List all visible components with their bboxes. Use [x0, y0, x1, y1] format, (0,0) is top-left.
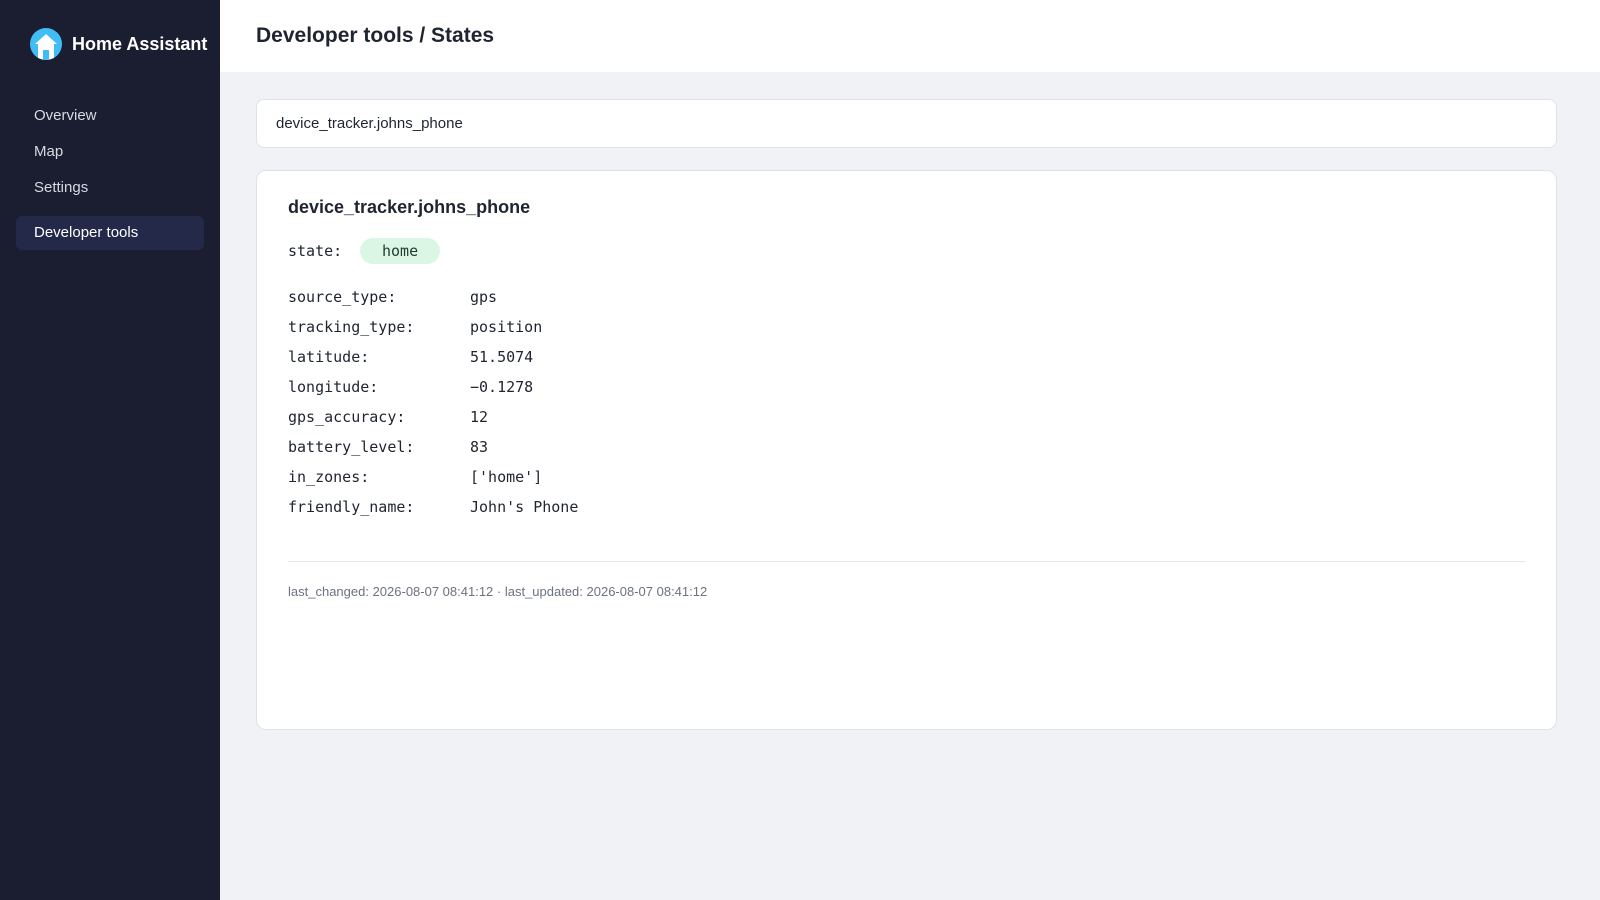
app-root: Home Assistant Overview Map Settings Dev…	[0, 0, 1600, 900]
attribute-value: gps	[470, 288, 498, 306]
entity-id-heading: device_tracker.johns_phone	[288, 197, 531, 217]
divider	[288, 561, 1525, 562]
sidebar-item-overview[interactable]: Overview	[16, 98, 204, 134]
attribute-value: John's Phone	[470, 498, 579, 516]
timestamps-text: last_changed: 2026-08-07 08:41:12 · last…	[288, 584, 708, 599]
sidebar-item-settings[interactable]: Settings	[16, 170, 204, 206]
brand-name: Home Assistant	[72, 33, 208, 54]
attribute-value: position	[470, 318, 543, 336]
attribute-key: longitude:	[288, 378, 379, 396]
attribute-row: longitude: −0.1278	[288, 372, 1525, 402]
entity-state-card: device_tracker.johns_phone state: home s…	[256, 170, 1557, 730]
state-badge: home	[360, 238, 441, 264]
attribute-value: 83	[470, 438, 489, 456]
attribute-row: gps_accuracy: 12	[288, 402, 1525, 432]
attribute-row: latitude: 51.5074	[288, 342, 1525, 372]
attribute-key: battery_level:	[288, 438, 415, 456]
attribute-key: source_type:	[288, 288, 397, 306]
state-label: state:	[288, 242, 343, 260]
top-bar: Developer tools / States	[220, 0, 1600, 72]
attribute-row: tracking_type: position	[288, 312, 1525, 342]
sidebar-item-map[interactable]: Map	[16, 134, 204, 170]
main-content: Developer tools / States device_tracker.…	[220, 0, 1600, 900]
attribute-row: in_zones: ['home']	[288, 462, 1525, 492]
attribute-value: −0.1278	[470, 378, 534, 396]
attribute-row: battery_level: 83	[288, 432, 1525, 462]
entity-search-input[interactable]	[256, 99, 1557, 148]
attribute-value: 51.5074	[470, 348, 534, 366]
state-row: state: home	[288, 238, 1525, 264]
attribute-value: 12	[470, 408, 489, 426]
attribute-row: source_type: gps	[288, 282, 1525, 312]
attribute-key: in_zones:	[288, 468, 370, 486]
attribute-value: ['home']	[470, 468, 543, 486]
sidebar-nav: Overview Map Settings Developer tools	[16, 98, 204, 250]
page-title: Developer tools / States	[256, 24, 495, 47]
attribute-key: friendly_name:	[288, 498, 415, 516]
attribute-key: latitude:	[288, 348, 370, 366]
sidebar-item-developer-tools[interactable]: Developer tools	[16, 216, 204, 250]
brand[interactable]: Home Assistant	[30, 28, 207, 60]
home-assistant-logo-icon	[30, 28, 62, 60]
attribute-key: gps_accuracy:	[288, 408, 406, 426]
sidebar: Home Assistant Overview Map Settings Dev…	[0, 0, 220, 900]
attribute-key: tracking_type:	[288, 318, 415, 336]
attribute-row: friendly_name: John's Phone	[288, 492, 1525, 522]
